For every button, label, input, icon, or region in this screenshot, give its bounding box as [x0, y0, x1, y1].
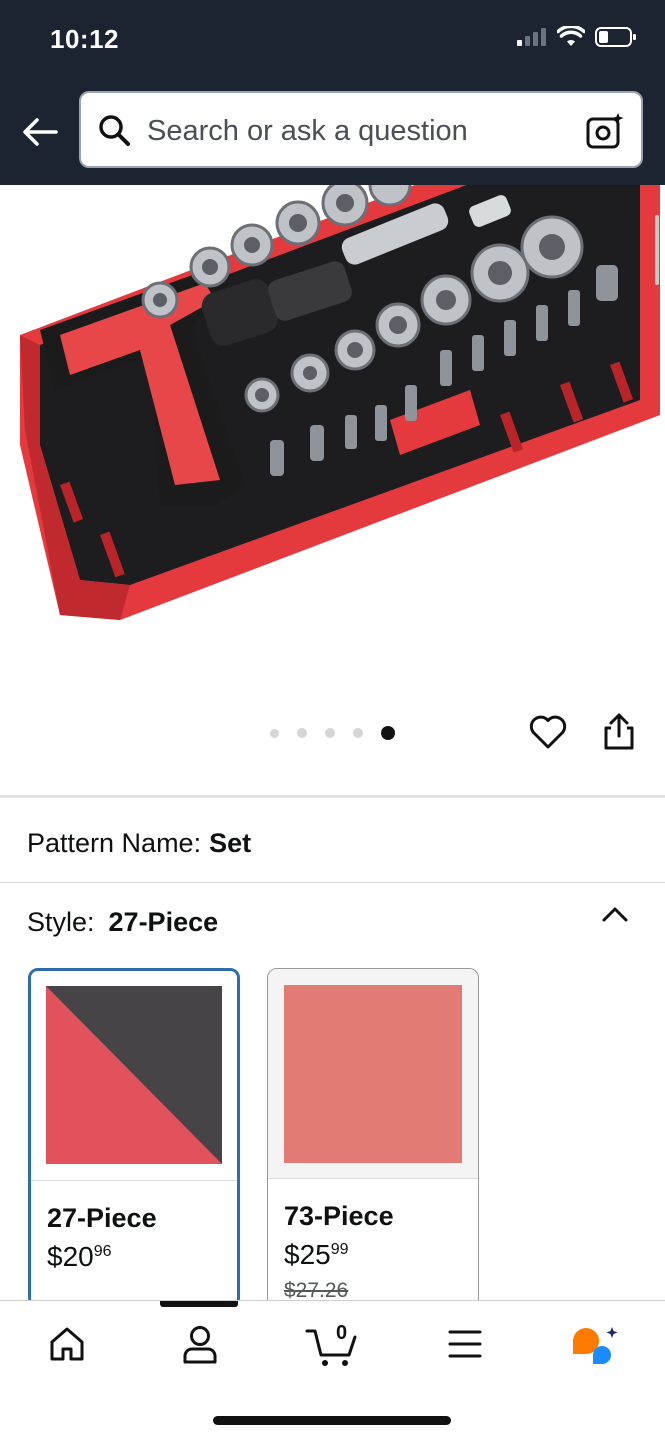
swatch-container: [31, 971, 237, 1181]
tool-set-image: [20, 185, 660, 620]
rufus-assistant-icon[interactable]: [571, 1325, 621, 1365]
image-scrollbar[interactable]: [655, 215, 659, 285]
status-icons: [517, 26, 637, 48]
home-indicator[interactable]: [213, 1416, 451, 1425]
carousel-dot[interactable]: [270, 728, 279, 738]
option-price: $2096: [47, 1241, 112, 1273]
color-swatch: [284, 985, 462, 1163]
app-header: 10:12 Search or ask a question: [0, 0, 665, 185]
style-option-73-piece[interactable]: 73-Piece $2599 $27.26: [267, 968, 479, 1308]
share-icon[interactable]: [602, 712, 636, 752]
account-icon[interactable]: [181, 1325, 219, 1365]
battery-icon: [595, 27, 636, 47]
option-price: $2599: [284, 1239, 349, 1271]
price-cents: 99: [330, 1241, 349, 1258]
camera-search-icon[interactable]: [585, 111, 625, 151]
cart-icon: [305, 1329, 357, 1366]
price-cents: 96: [93, 1243, 112, 1260]
price-dollars: $20: [47, 1241, 94, 1272]
style-row[interactable]: Style: 27-Piece: [27, 907, 218, 938]
home-icon[interactable]: [48, 1325, 86, 1363]
divider: [0, 882, 665, 883]
menu-icon[interactable]: [448, 1329, 482, 1359]
pattern-name-row: Pattern Name: Set: [27, 828, 251, 859]
section-divider: [0, 795, 665, 798]
image-carousel-dots[interactable]: [270, 726, 395, 740]
carousel-dot[interactable]: [353, 728, 363, 738]
price-dollars: $25: [284, 1239, 331, 1270]
carousel-dot[interactable]: [297, 728, 307, 738]
wifi-icon: [557, 26, 585, 46]
signal-icon: [517, 28, 546, 46]
cart-count: 0: [336, 1322, 348, 1344]
option-name: 27-Piece: [47, 1203, 157, 1233]
product-image[interactable]: [0, 185, 665, 795]
color-swatch: [46, 986, 222, 1164]
status-time: 10:12: [50, 24, 119, 54]
search-bar[interactable]: Search or ask a question: [79, 91, 643, 168]
search-icon: [99, 115, 130, 146]
cart-button[interactable]: 0: [305, 1322, 361, 1369]
chevron-up-icon[interactable]: [600, 902, 630, 926]
heart-icon[interactable]: [529, 714, 567, 750]
style-label: Style:: [27, 907, 95, 937]
active-tab-indicator: [160, 1301, 238, 1307]
back-arrow-icon[interactable]: [20, 112, 60, 152]
pattern-label: Pattern Name:: [27, 828, 202, 858]
style-value: 27-Piece: [108, 907, 219, 937]
search-placeholder[interactable]: Search or ask a question: [147, 115, 468, 148]
option-name: 73-Piece: [284, 1201, 394, 1231]
style-option-27-piece[interactable]: 27-Piece $2096: [28, 968, 240, 1308]
pattern-value: Set: [209, 828, 252, 858]
carousel-dot[interactable]: [325, 728, 335, 738]
swatch-container: [268, 969, 478, 1179]
carousel-dot-active[interactable]: [381, 726, 395, 740]
